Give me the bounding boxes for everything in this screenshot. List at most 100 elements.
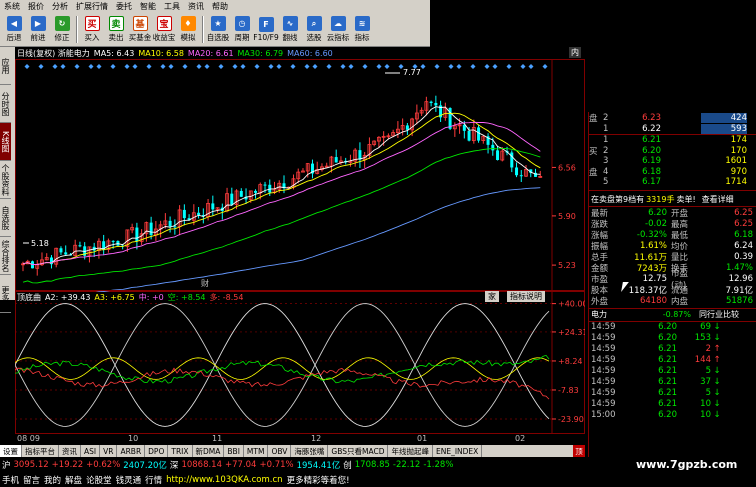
indicator-chart[interactable]: +40.00+24.31+8.24-7.83-23.90 (15, 290, 585, 434)
sell-row-0[interactable]: 盘 2 6.23 424 (589, 113, 756, 124)
menu-item-4[interactable]: 委托 (112, 1, 136, 12)
sell-row-1[interactable]: 1 6.22 593 (589, 123, 756, 135)
toolbar-button-5[interactable]: 基买基金 (128, 13, 152, 46)
indicator-home-button[interactable]: 家 (485, 291, 499, 302)
left-tab-0[interactable]: 应用 (0, 47, 11, 85)
tick-price: 6.21 (658, 344, 677, 354)
indicator-tab-15[interactable]: ENE_INDEX (433, 445, 483, 457)
bottom-link-0[interactable]: 手机 (2, 474, 19, 486)
watchlist-icon: ★ (210, 16, 226, 31)
bottom-link-6[interactable]: 行情 (145, 474, 162, 486)
menu-item-6[interactable]: 工具 (160, 1, 184, 12)
toolbar-button-7[interactable]: ♦ 模拟 (176, 13, 200, 46)
event-marker (196, 64, 202, 69)
left-tab-6[interactable]: 更多 (0, 275, 11, 313)
indicator-tab-11[interactable]: OBV (268, 445, 292, 457)
indicator-tab-10[interactable]: MTM (244, 445, 269, 457)
event-marker (24, 64, 30, 69)
buy-row-4[interactable]: 5 6.17 1714 (589, 177, 756, 188)
bottom-url[interactable]: http://www.103QKA.com.cn (166, 475, 282, 485)
kline-chart[interactable]: 6.56 5.90 5.23 7.77 5.18 财 (15, 47, 585, 292)
order-summary-button[interactable]: 卖单! (676, 194, 695, 205)
up-arrow-icon: ↑ (713, 344, 721, 354)
indicator-tab-14[interactable]: 年线抛起峰 (388, 445, 433, 457)
buy-row-2[interactable]: 3 6.19 1601 (589, 156, 756, 167)
indicator-tab-6[interactable]: DPO (145, 445, 169, 457)
menu-item-5[interactable]: 智能 (136, 1, 160, 12)
toolbar-button-4[interactable]: 卖卖出 (104, 13, 128, 46)
indicator-icon: ≋ (354, 16, 370, 31)
indicator-tab-13[interactable]: GBS只看MACD (328, 445, 389, 457)
toolbar-button-3[interactable]: 买买入 (80, 13, 104, 46)
bottom-link-1[interactable]: 留言 (23, 474, 40, 486)
bottom-link-4[interactable]: 论股堂 (86, 474, 112, 486)
menu-item-2[interactable]: 分析 (48, 1, 72, 12)
book-volume: 970 (730, 166, 747, 177)
book-price: 6.20 (642, 145, 661, 156)
event-marker (132, 64, 138, 69)
order-detail-button[interactable]: 查看详细 (702, 194, 734, 205)
tick-row-3: 14:59 6.21 144 ↑ (589, 355, 756, 366)
toolbar-button-10[interactable]: F F10/F9 (253, 13, 279, 46)
bottom-link-2[interactable]: 我的 (44, 474, 61, 486)
tick-volume: 37 (700, 377, 711, 387)
buy-row-1[interactable]: 买 2 6.20 170 (589, 146, 756, 157)
toolbar-button-8[interactable]: ★ 自选股 (206, 13, 230, 46)
indicator-tab-5[interactable]: ARBR (117, 445, 146, 457)
sz-change: +77.04 (225, 459, 257, 470)
left-vertical-tabs: 应用 分时图 K线图 个股资料 自选股 综合排名 更多 (0, 47, 15, 313)
indicator-tab-8[interactable]: 新DMA (193, 445, 225, 457)
candle-body (149, 222, 153, 235)
menu-item-0[interactable]: 系统 (0, 1, 24, 12)
left-tab-1[interactable]: 分时图 (0, 85, 11, 123)
tick-time: 14:59 (591, 333, 616, 343)
menu-item-1[interactable]: 报价 (24, 1, 48, 12)
indicator-kong: 空: +8.54 (167, 292, 206, 302)
watermark: www.7gpzb.com (636, 458, 738, 471)
high-label: 7.77 (403, 68, 421, 77)
forward-arrow-icon: ▶ (30, 16, 46, 31)
toolbar-button-1[interactable]: ▶ 前进 (26, 13, 50, 46)
quote-row-6: 市盈 12.75 市盈(动) 12.96 (591, 269, 754, 291)
left-tab-5[interactable]: 综合排名 (0, 237, 11, 275)
indicator-tab-4[interactable]: VR (100, 445, 118, 457)
ma60-line (95, 187, 541, 292)
cy-value: 1708.85 (354, 459, 390, 470)
bottom-tab-red[interactable]: 顶 (573, 445, 585, 457)
indicator-tab-12[interactable]: 海豚张嘴 (291, 445, 329, 457)
menu-item-3[interactable]: 扩展行情 (72, 1, 112, 12)
bottom-link-3[interactable]: 解盘 (65, 474, 82, 486)
toolbar-button-11[interactable]: ∿ 翻线 (278, 13, 302, 46)
chart-corner-label[interactable]: 内 (569, 47, 581, 58)
toolbar-button-14[interactable]: ≋ 指标 (350, 13, 374, 46)
left-tab-2[interactable]: K线图 (0, 123, 11, 161)
industry-compare-button[interactable]: 同行业比较 (699, 309, 739, 320)
down-arrow-icon: ↓ (713, 333, 721, 343)
toolbar-button-label: 翻线 (282, 33, 298, 42)
indicator-tab-0[interactable]: 设置 (0, 445, 22, 457)
indicator-tab-3[interactable]: ASI (81, 445, 101, 457)
menu-item-8[interactable]: 帮助 (208, 1, 232, 12)
tick-time: 14:59 (591, 344, 616, 354)
indicator-help-button[interactable]: 指标说明 (507, 291, 545, 302)
event-marker (492, 64, 498, 69)
toolbar-button-6[interactable]: 宝收益宝 (152, 13, 176, 46)
indicator-tab-2[interactable]: 资讯 (59, 445, 81, 457)
toolbar-button-2[interactable]: ↻ 修正 (50, 13, 74, 46)
indicator-tab-9[interactable]: BBI (224, 445, 244, 457)
left-tab-4[interactable]: 自选股 (0, 199, 11, 237)
menu-item-7[interactable]: 资讯 (184, 1, 208, 12)
buy-row-0[interactable]: 1 6.21 174 (589, 135, 756, 146)
toolbar-button-9[interactable]: ◷ 周期 (230, 13, 254, 46)
toolbar-button-0[interactable]: ◀ 后退 (2, 13, 26, 46)
toolbar-button-13[interactable]: ☁ 云指标 (326, 13, 350, 46)
x-tick-3: 12 (311, 434, 322, 443)
buy-row-3[interactable]: 盘 4 6.18 970 (589, 167, 756, 178)
bottom-link-5[interactable]: 钱灵通 (116, 474, 142, 486)
toolbar-button-12[interactable]: ⌕ 选股 (302, 13, 326, 46)
book-price: 6.21 (642, 135, 661, 146)
left-tab-3[interactable]: 个股资料 (0, 161, 11, 199)
tick-time: 14:59 (591, 377, 616, 387)
indicator-tab-7[interactable]: TRIX (168, 445, 193, 457)
indicator-tab-1[interactable]: 指标平台 (22, 445, 59, 457)
